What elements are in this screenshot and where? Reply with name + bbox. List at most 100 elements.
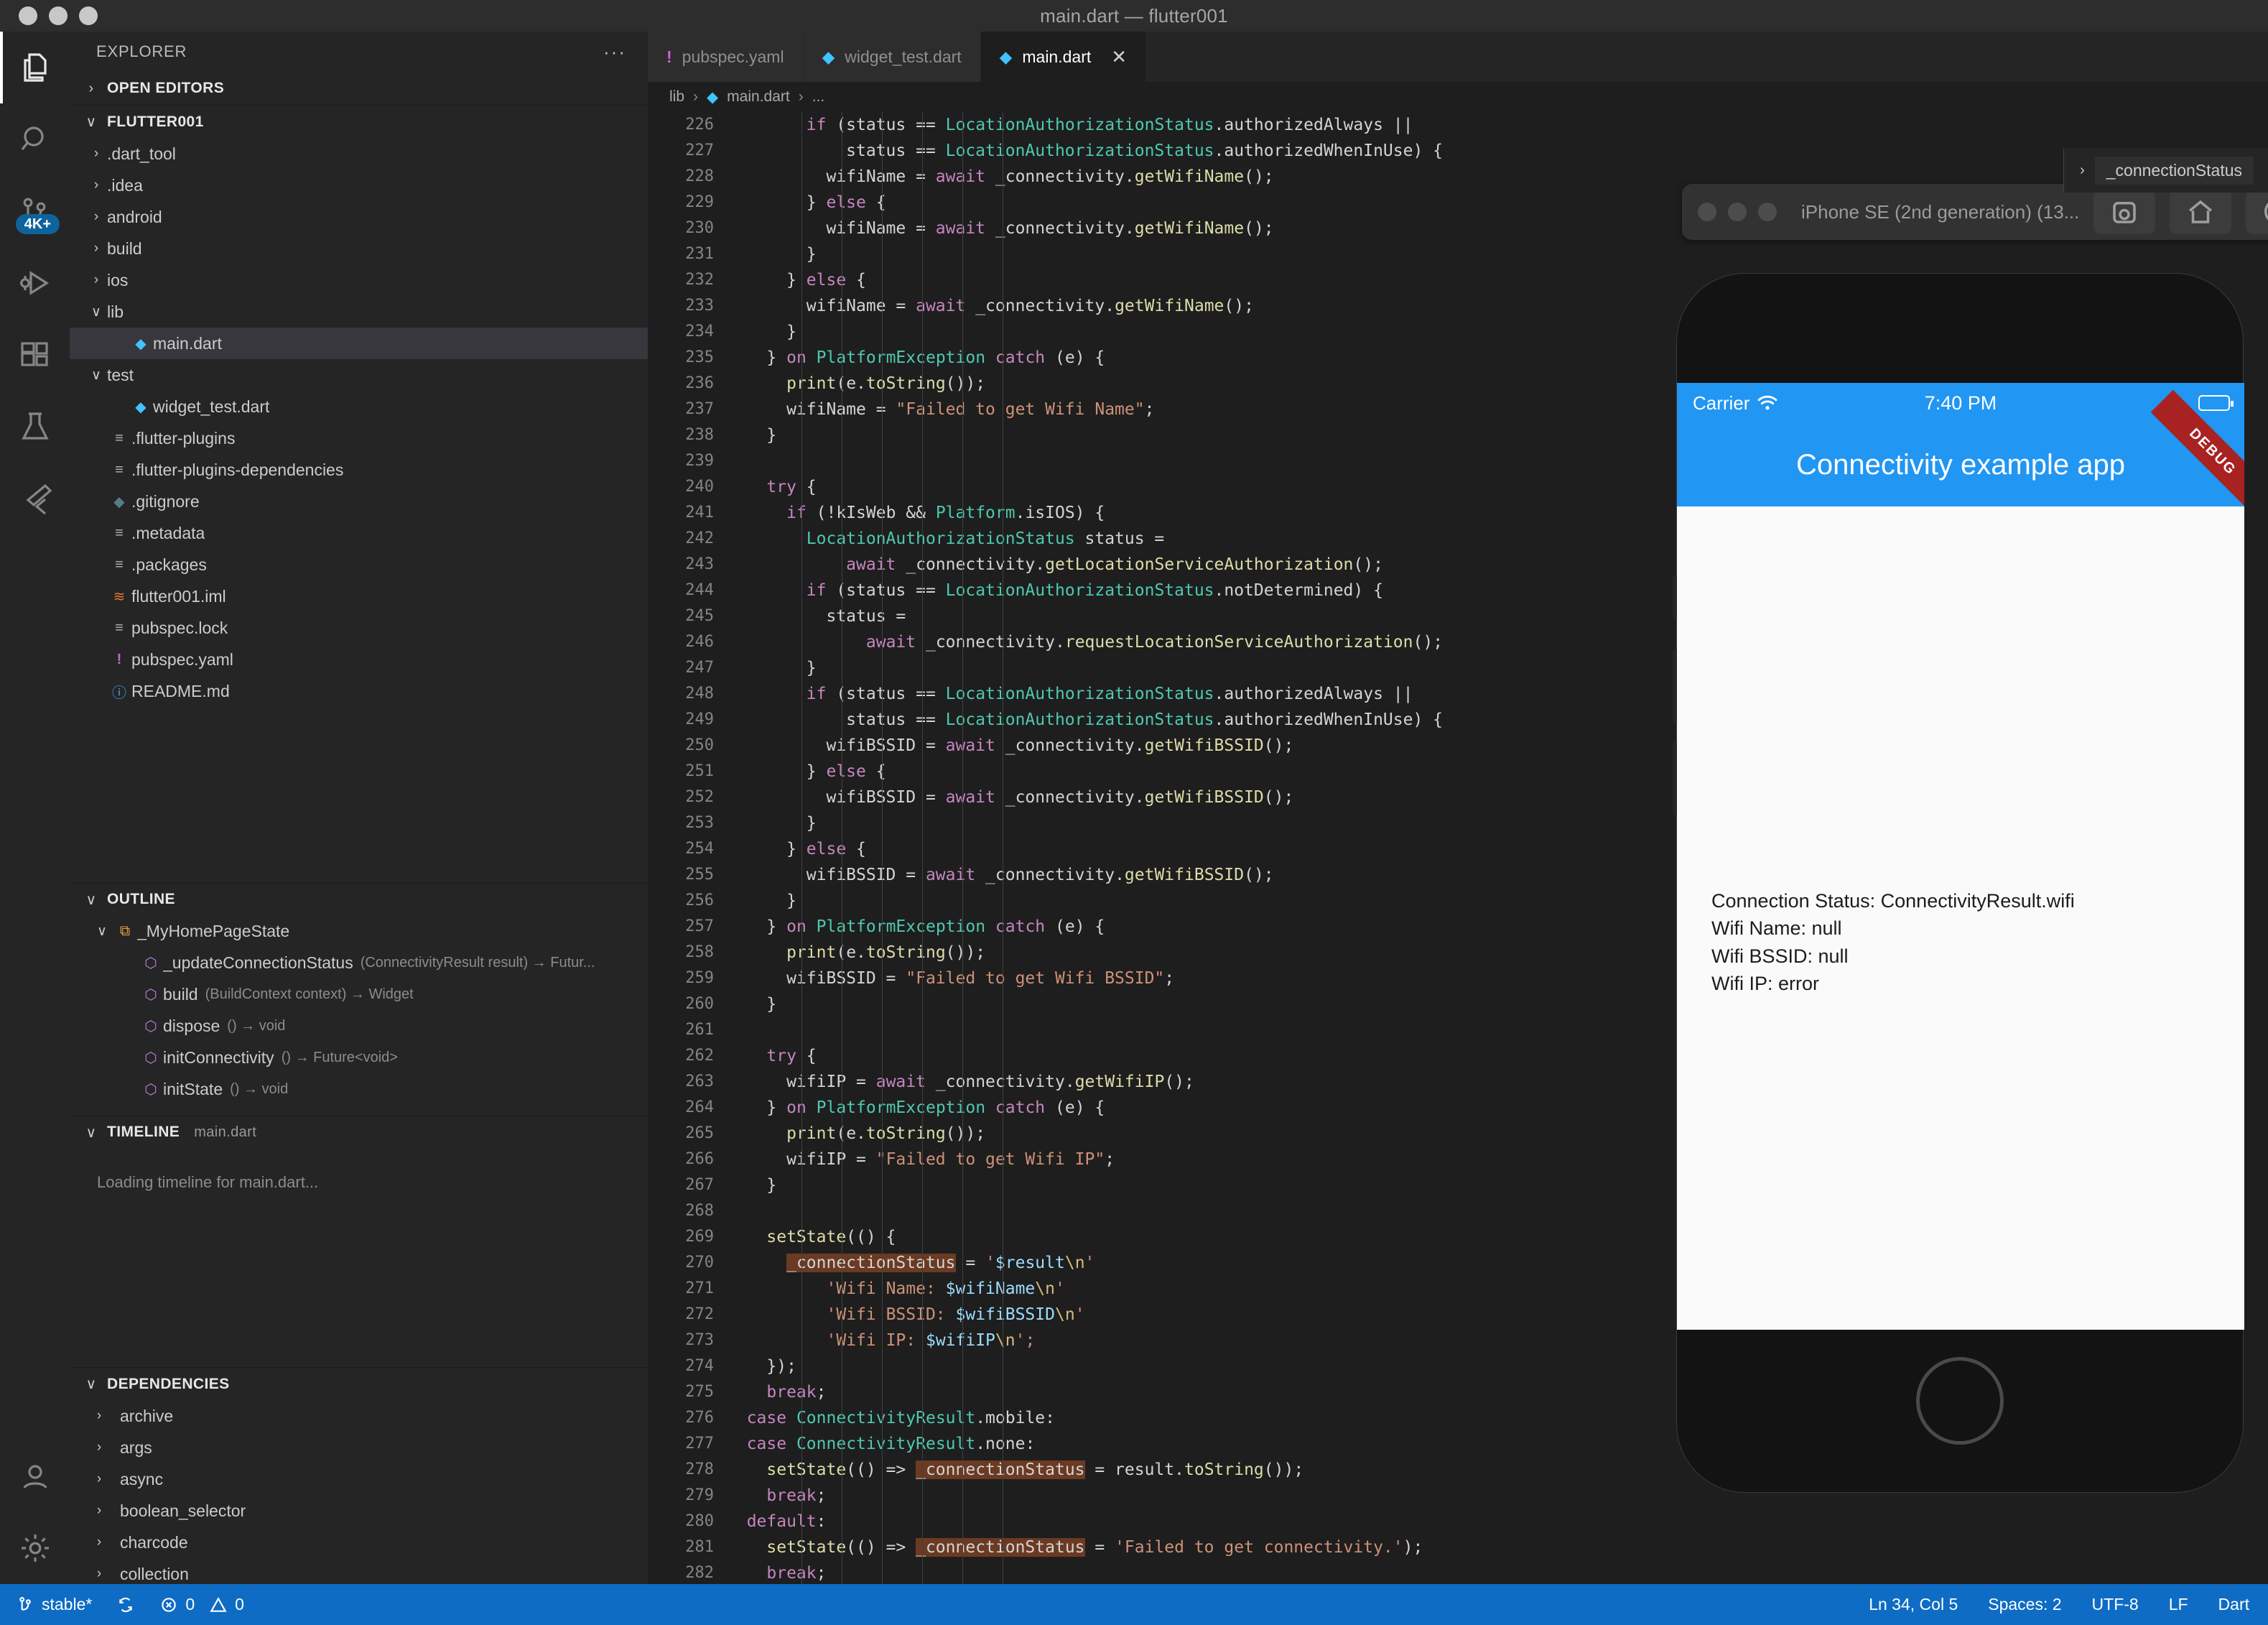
breadcrumb-segment[interactable]: ... bbox=[812, 88, 825, 106]
simulator-screenshot-button[interactable] bbox=[2093, 190, 2156, 234]
code-token: await bbox=[925, 866, 976, 884]
tree-item--dart-tool[interactable]: › .dart_tool bbox=[70, 138, 648, 170]
tree-item-label: .dart_tool bbox=[107, 144, 176, 163]
tree-item--metadata[interactable]: ≡ .metadata bbox=[70, 517, 648, 549]
code-line[interactable]: if (status == LocationAuthorizationStatu… bbox=[727, 112, 2268, 138]
dependency-item-archive[interactable]: › archive bbox=[70, 1400, 648, 1432]
chevron-down-icon: ∨ bbox=[85, 1376, 97, 1392]
code-line[interactable]: break; bbox=[727, 1560, 2268, 1584]
status-eol[interactable]: LF bbox=[2169, 1595, 2188, 1614]
tree-item--idea[interactable]: › .idea bbox=[70, 170, 648, 201]
tree-item--flutter-plugins[interactable]: ≡ .flutter-plugins bbox=[70, 422, 648, 454]
tree-item-test[interactable]: ∨ test bbox=[70, 359, 648, 391]
tree-item-ios[interactable]: › ios bbox=[70, 264, 648, 296]
activity-source-control[interactable]: 4K+ bbox=[0, 175, 70, 247]
tree-item--packages[interactable]: ≡ .packages bbox=[70, 549, 648, 580]
status-indentation[interactable]: Spaces: 2 bbox=[1988, 1595, 2061, 1614]
tree-item-readme-md[interactable]: ⓘ README.md bbox=[70, 675, 648, 707]
tree-item--gitignore[interactable]: ◆ .gitignore bbox=[70, 486, 648, 517]
editor-tab-main-dart[interactable]: ◆ main.dart ✕ bbox=[980, 32, 1147, 82]
line-number: 233 bbox=[685, 297, 714, 315]
tree-item-lib[interactable]: ∨ lib bbox=[70, 296, 648, 328]
file-tree: › .dart_tool › .idea › android › build › ios ∨ lib ◆… bbox=[70, 138, 648, 707]
dependency-item-boolean-selector[interactable]: › boolean_selector bbox=[70, 1495, 648, 1527]
activity-accounts[interactable] bbox=[0, 1440, 70, 1512]
section-outline[interactable]: ∨ OUTLINE bbox=[70, 882, 648, 916]
activity-explorer[interactable] bbox=[0, 32, 70, 103]
status-encoding[interactable]: UTF-8 bbox=[2092, 1595, 2139, 1614]
status-sync[interactable] bbox=[116, 1596, 135, 1614]
simulator-minimize-button[interactable] bbox=[1728, 203, 1747, 221]
dependency-item-label: collection bbox=[120, 1564, 189, 1583]
outline-chip[interactable]: › _connectionStatus bbox=[2063, 148, 2268, 193]
tree-item--flutter-plugins-dependencies[interactable]: ≡ .flutter-plugins-dependencies bbox=[70, 454, 648, 486]
tree-item-build[interactable]: › build bbox=[70, 233, 648, 264]
tree-item-flutter001-iml[interactable]: ≋ flutter001.iml bbox=[70, 580, 648, 612]
activity-settings[interactable] bbox=[0, 1512, 70, 1584]
simulator-home-button[interactable] bbox=[2170, 190, 2232, 234]
editor-tab-widget-test-dart[interactable]: ◆ widget_test.dart bbox=[803, 32, 981, 82]
dependency-item-async[interactable]: › async bbox=[70, 1463, 648, 1495]
code-token: (() => bbox=[846, 1538, 916, 1557]
device-home-button[interactable] bbox=[1916, 1357, 2004, 1445]
outline-item-dispose[interactable]: ⬡ dispose () → void bbox=[70, 1011, 648, 1042]
outline-item-build[interactable]: ⬡ build (BuildContext context) → Widget bbox=[70, 979, 648, 1011]
outline-item-initconnectivity[interactable]: ⬡ initConnectivity () → Future<void> bbox=[70, 1042, 648, 1074]
activity-flutter[interactable] bbox=[0, 463, 70, 534]
simulator-window-controls[interactable] bbox=[1698, 203, 1777, 221]
tree-item-widget-test-dart[interactable]: ◆ widget_test.dart bbox=[70, 391, 648, 422]
breadcrumb-separator: › bbox=[798, 88, 804, 105]
simulator-screen[interactable]: Carrier 7:40 PM Connectivity example app… bbox=[1677, 383, 2244, 1330]
section-project[interactable]: ∨ FLUTTER001 bbox=[70, 105, 648, 138]
line-number: 230 bbox=[685, 219, 714, 237]
code-token: (); bbox=[1263, 788, 1294, 807]
code-token: (); bbox=[1353, 555, 1383, 574]
section-open-editors[interactable]: › OPEN EDITORS bbox=[70, 72, 648, 105]
activity-search[interactable] bbox=[0, 103, 70, 175]
method-symbol-icon: ⬡ bbox=[144, 1019, 157, 1034]
code-token: print bbox=[786, 1124, 837, 1143]
dependency-item-charcode[interactable]: › charcode bbox=[70, 1527, 648, 1558]
dependency-item-collection[interactable]: › collection bbox=[70, 1558, 648, 1584]
tree-item-pubspec-yaml[interactable]: ! pubspec.yaml bbox=[70, 644, 648, 675]
status-problems[interactable]: 0 0 bbox=[159, 1595, 244, 1614]
code-line[interactable]: default: bbox=[727, 1509, 2268, 1534]
outline-item--updateconnectionstatus[interactable]: ⬡ _updateConnectionStatus (ConnectivityRes… bbox=[70, 948, 648, 979]
breadcrumb-segment[interactable]: lib bbox=[669, 88, 684, 106]
code-token: \n bbox=[1035, 1279, 1055, 1298]
breadcrumb-segment[interactable]: main.dart bbox=[727, 88, 790, 106]
code-token: ; bbox=[1105, 1150, 1115, 1169]
tree-item-label: .gitignore bbox=[131, 491, 200, 511]
outline-item-initstate[interactable]: ⬡ initState () → void bbox=[70, 1074, 648, 1106]
simulator-rotate-button[interactable] bbox=[2246, 190, 2268, 234]
activity-extensions[interactable] bbox=[0, 319, 70, 391]
activity-testing[interactable] bbox=[0, 391, 70, 463]
code-token: (e. bbox=[836, 1124, 866, 1143]
status-language-mode[interactable]: Dart bbox=[2218, 1595, 2249, 1614]
tree-item-android[interactable]: › android bbox=[70, 201, 648, 233]
more-actions-icon[interactable]: ··· bbox=[603, 41, 626, 63]
outline-item--myhomepagestate[interactable]: ∨ ⧉ _MyHomePageState bbox=[70, 916, 648, 948]
dependency-item-args[interactable]: › args bbox=[70, 1432, 648, 1463]
code-token: LocationAuthorizationStatus bbox=[945, 142, 1214, 160]
section-dependencies[interactable]: ∨ DEPENDENCIES bbox=[70, 1367, 648, 1400]
code-token: ' bbox=[985, 1254, 995, 1272]
tree-item-main-dart[interactable]: ◆ main.dart bbox=[70, 328, 648, 359]
code-token: LocationAuthorizationStatus bbox=[945, 685, 1214, 703]
tree-item-pubspec-lock[interactable]: ≡ pubspec.lock bbox=[70, 612, 648, 644]
editor-tab-pubspec-yaml[interactable]: ! pubspec.yaml bbox=[648, 32, 804, 82]
close-tab-icon[interactable]: ✕ bbox=[1111, 46, 1127, 68]
code-line[interactable]: status == LocationAuthorizationStatus.au… bbox=[727, 138, 2268, 164]
status-branch[interactable]: stable* bbox=[16, 1595, 92, 1614]
status-cursor-position[interactable]: Ln 34, Col 5 bbox=[1869, 1595, 1958, 1614]
simulator-maximize-button[interactable] bbox=[1758, 203, 1777, 221]
simulator-close-button[interactable] bbox=[1698, 203, 1716, 221]
code-line[interactable]: setState(() => _connectionStatus = 'Fail… bbox=[727, 1534, 2268, 1560]
code-token: = bbox=[955, 1254, 986, 1272]
code-token: } bbox=[727, 1098, 787, 1117]
section-timeline[interactable]: ∨ TIMELINE main.dart bbox=[70, 1115, 648, 1149]
code-token: wifiBSSID = bbox=[727, 736, 946, 755]
activity-run-and-debug[interactable] bbox=[0, 247, 70, 319]
code-token: (() => bbox=[846, 1460, 916, 1479]
